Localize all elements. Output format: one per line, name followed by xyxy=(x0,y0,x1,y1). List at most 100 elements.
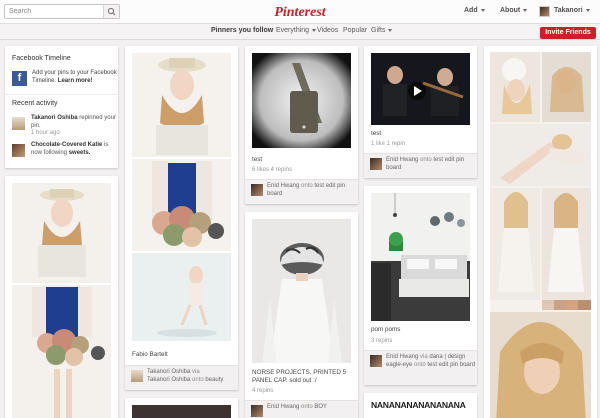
avatar[interactable] xyxy=(12,117,25,130)
pinner-link[interactable]: Enid Hwang xyxy=(386,157,418,163)
pinner-link[interactable]: Enid Hwang xyxy=(267,404,299,410)
pinner-link[interactable]: Takanori Oshiba xyxy=(147,369,190,375)
pin-card xyxy=(484,46,597,418)
activity-item: Chocolate-Covered Katie is now following… xyxy=(31,142,121,157)
nav-gifts-label: Gifts xyxy=(371,27,386,34)
chevron-down-icon xyxy=(523,8,528,12)
pinterest-logo[interactable]: Pinterest xyxy=(272,3,328,20)
activity-time: 1 hour ago xyxy=(31,130,60,136)
pin-card: pom poms 3 repins Enid Hwang via dana | … xyxy=(364,186,477,385)
top-bar: Pinterest Add About Takanori xyxy=(0,0,600,24)
attribution-text: Takanori Oshiba via Takanori Oshiba onto… xyxy=(147,369,237,384)
onto-text: onto xyxy=(301,404,313,410)
onto-text: onto xyxy=(414,361,426,368)
pinner-link[interactable]: Enid Hwang xyxy=(386,354,418,360)
pin-stats: 1 like 1 repin xyxy=(371,141,406,147)
pin-attribution: Enid Hwang onto test edit pin board xyxy=(364,153,477,178)
pin-image[interactable] xyxy=(252,53,351,148)
facebook-icon: f xyxy=(12,71,27,86)
search-input[interactable] xyxy=(5,5,104,18)
nav-everything[interactable]: Everything xyxy=(276,27,317,34)
pin-attribution: Takanori Oshiba via Takanori Oshiba onto… xyxy=(125,365,238,390)
pin-image[interactable] xyxy=(252,219,351,363)
pin-attribution: Enid Hwang onto BOY xyxy=(245,400,358,418)
search-icon xyxy=(107,7,116,16)
onto-text: onto xyxy=(192,376,204,383)
nav-videos[interactable]: Videos xyxy=(317,27,338,34)
onto-text: onto xyxy=(420,157,432,163)
avatar[interactable] xyxy=(251,184,263,196)
pin-description: NORSE PROJECTS, PRINTED 5 PANEL CAP. sol… xyxy=(252,369,347,384)
pinner-link[interactable]: Takanori Oshiba xyxy=(147,377,190,383)
board-link[interactable]: beauty xyxy=(205,377,223,383)
invite-friends-button[interactable]: Invite Friends xyxy=(540,27,596,39)
attribution-text: Enid Hwang onto test edit pin board xyxy=(267,183,357,198)
pin-image[interactable] xyxy=(132,405,231,418)
user-menu[interactable]: Takanori xyxy=(554,7,590,14)
avatar[interactable] xyxy=(370,158,382,170)
pin-image[interactable]: NANANANANANANANA xyxy=(371,400,470,418)
avatar[interactable] xyxy=(12,144,25,157)
nav-pinners-you-follow[interactable]: Pinners you follow xyxy=(211,27,273,34)
pin-card: Fabio Bartelt Takanori Oshiba via Takano… xyxy=(125,46,238,390)
via-text: via xyxy=(192,369,200,375)
activity-target[interactable]: sweets. xyxy=(69,150,91,156)
pin-stats: 4 repins xyxy=(252,388,274,394)
pin-card xyxy=(125,398,238,418)
pin-stats: 3 repins xyxy=(371,338,393,344)
board-link[interactable]: test edit pin board xyxy=(427,362,475,368)
avatar[interactable] xyxy=(131,370,143,382)
pin-stats: 6 likes 4 repins xyxy=(252,167,293,173)
activity-item: Takanori Oshiba repinned your pin. 1 hou… xyxy=(31,115,121,138)
add-label: Add xyxy=(464,7,478,14)
facebook-timeline-text: Add your pins to your Facebook Timeline.… xyxy=(32,70,118,85)
pin-attribution: Enid Hwang onto test edit pin board xyxy=(245,179,358,204)
chevron-down-icon xyxy=(585,8,590,12)
avatar[interactable] xyxy=(370,355,382,367)
pin-attribution: Enid Hwang via dana | design eagle-eye o… xyxy=(364,350,477,385)
recent-activity-title: Recent activity xyxy=(12,100,58,107)
nav-popular[interactable]: Popular xyxy=(343,27,367,34)
pin-image[interactable] xyxy=(490,52,591,418)
learn-more-link[interactable]: Learn more! xyxy=(58,78,93,84)
nav-gifts[interactable]: Gifts xyxy=(371,27,393,34)
attribution-text: Enid Hwang onto test edit pin board xyxy=(386,157,476,172)
avatar[interactable] xyxy=(251,405,263,417)
search-box xyxy=(4,4,120,19)
divider xyxy=(5,94,118,95)
category-bar: Pinners you follow Everything Videos Pop… xyxy=(0,24,600,40)
activity-user[interactable]: Chocolate-Covered Katie xyxy=(31,142,102,148)
banner-text: NANANANANANANANA xyxy=(371,400,466,410)
user-name: Takanori xyxy=(554,7,583,14)
pinner-link[interactable]: Enid Hwang xyxy=(267,183,299,189)
add-menu[interactable]: Add xyxy=(464,7,485,14)
via-text: via xyxy=(420,354,428,360)
pin-card xyxy=(5,176,118,418)
nav-everything-label: Everything xyxy=(276,27,310,34)
pin-description: test xyxy=(252,156,263,163)
pin-image[interactable] xyxy=(132,53,231,341)
pin-video-thumbnail[interactable] xyxy=(371,53,470,125)
svg-text:Pinterest: Pinterest xyxy=(274,5,326,20)
about-menu[interactable]: About xyxy=(500,7,528,14)
chevron-down-icon xyxy=(388,28,393,32)
user-avatar[interactable] xyxy=(539,6,550,17)
board-link[interactable]: BOY xyxy=(314,404,327,410)
pin-card: NORSE PROJECTS, PRINTED 5 PANEL CAP. sol… xyxy=(245,212,358,418)
search-button[interactable] xyxy=(103,5,119,18)
pin-image[interactable] xyxy=(371,193,470,321)
pin-card: NANANANANANANANA xyxy=(364,393,477,418)
attribution-text: Enid Hwang via dana | design eagle-eye o… xyxy=(386,354,476,369)
pin-description: Fabio Bartelt xyxy=(132,351,168,358)
attribution-text: Enid Hwang onto BOY xyxy=(267,404,357,412)
about-label: About xyxy=(500,7,521,14)
facebook-timeline-title: Facebook Timeline xyxy=(12,55,71,62)
chevron-down-icon xyxy=(480,8,485,12)
pin-image[interactable] xyxy=(12,183,111,418)
activity-user[interactable]: Takanori Oshiba xyxy=(31,115,78,121)
pin-card: test 6 likes 4 repins Enid Hwang onto te… xyxy=(245,46,358,204)
pin-description: pom poms xyxy=(371,326,401,333)
onto-text: onto xyxy=(301,183,313,189)
sidebar-panel: Facebook Timeline f Add your pins to you… xyxy=(5,46,118,168)
pin-card: test 1 like 1 repin Enid Hwang onto test… xyxy=(364,46,477,178)
